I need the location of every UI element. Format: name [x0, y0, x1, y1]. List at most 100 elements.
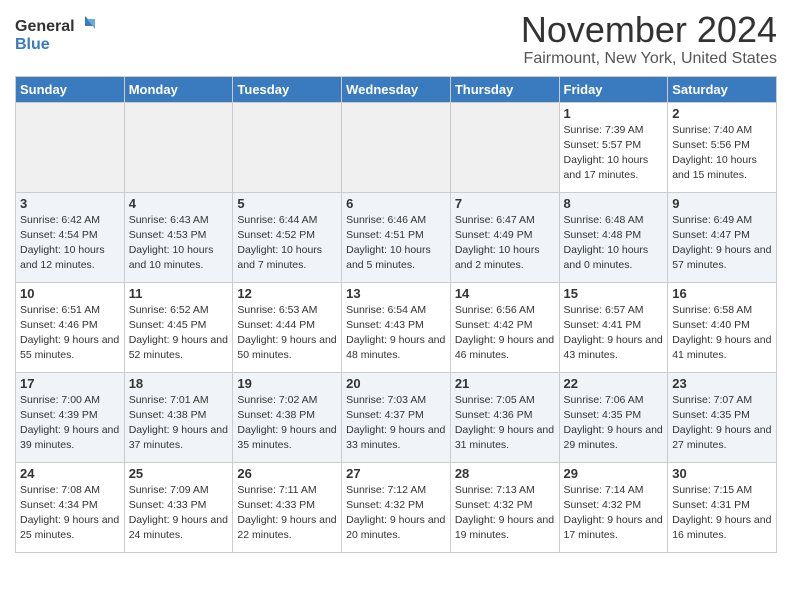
day-info: Sunrise: 7:07 AM Sunset: 4:35 PM Dayligh…	[672, 393, 772, 454]
calendar-cell: 13 Sunrise: 6:54 AM Sunset: 4:43 PM Dayli…	[342, 282, 451, 372]
day-info: Sunrise: 7:00 AM Sunset: 4:39 PM Dayligh…	[20, 393, 120, 454]
day-number: 9	[672, 196, 772, 211]
day-info: Sunrise: 6:42 AM Sunset: 4:54 PM Dayligh…	[20, 213, 120, 274]
day-info: Sunrise: 6:44 AM Sunset: 4:52 PM Dayligh…	[237, 213, 337, 274]
day-number: 21	[455, 376, 555, 391]
logo-icon: GeneralBlue	[15, 14, 95, 54]
svg-text:General: General	[15, 18, 75, 35]
page-header: GeneralBlue November 2024 Fairmount, New…	[15, 10, 777, 68]
calendar-week-row: 1 Sunrise: 7:39 AM Sunset: 5:57 PM Daylig…	[16, 102, 777, 192]
day-info: Sunrise: 6:53 AM Sunset: 4:44 PM Dayligh…	[237, 303, 337, 364]
calendar-cell: 6 Sunrise: 6:46 AM Sunset: 4:51 PM Daylig…	[342, 192, 451, 282]
calendar-week-row: 17Sunrise: 7:00 AM Sunset: 4:39 PM Dayli…	[16, 372, 777, 462]
weekday-header-friday: Friday	[559, 76, 668, 102]
calendar-week-row: 10Sunrise: 6:51 AM Sunset: 4:46 PM Dayli…	[16, 282, 777, 372]
calendar-cell: 24 Sunrise: 7:08 AM Sunset: 4:34 PM Dayli…	[16, 462, 125, 552]
logo: GeneralBlue	[15, 14, 95, 54]
calendar-cell: 14 Sunrise: 6:56 AM Sunset: 4:42 PM Dayli…	[450, 282, 559, 372]
day-info: Sunrise: 7:08 AM Sunset: 4:34 PM Dayligh…	[20, 483, 120, 544]
calendar-cell: 11Sunrise: 6:52 AM Sunset: 4:45 PM Dayli…	[124, 282, 233, 372]
day-info: Sunrise: 7:39 AM Sunset: 5:57 PM Dayligh…	[564, 123, 664, 184]
calendar-week-row: 3Sunrise: 6:42 AM Sunset: 4:54 PM Daylig…	[16, 192, 777, 282]
day-number: 16	[672, 286, 772, 301]
calendar-cell: 21Sunrise: 7:05 AM Sunset: 4:36 PM Dayli…	[450, 372, 559, 462]
day-info: Sunrise: 6:46 AM Sunset: 4:51 PM Dayligh…	[346, 213, 446, 274]
calendar-cell: 23 Sunrise: 7:07 AM Sunset: 4:35 PM Dayli…	[668, 372, 777, 462]
day-info: Sunrise: 6:43 AM Sunset: 4:53 PM Dayligh…	[129, 213, 229, 274]
svg-text:Blue: Blue	[15, 36, 50, 53]
day-info: Sunrise: 7:14 AM Sunset: 4:32 PM Dayligh…	[564, 483, 664, 544]
day-number: 6	[346, 196, 446, 211]
calendar-cell: 27 Sunrise: 7:12 AM Sunset: 4:32 PM Dayli…	[342, 462, 451, 552]
day-info: Sunrise: 6:52 AM Sunset: 4:45 PM Dayligh…	[129, 303, 229, 364]
day-number: 14	[455, 286, 555, 301]
day-number: 27	[346, 466, 446, 481]
month-title: November 2024	[521, 10, 777, 50]
calendar-cell: 22Sunrise: 7:06 AM Sunset: 4:35 PM Dayli…	[559, 372, 668, 462]
calendar-cell	[342, 102, 451, 192]
weekday-header-tuesday: Tuesday	[233, 76, 342, 102]
day-number: 8	[564, 196, 664, 211]
calendar-cell: 29 Sunrise: 7:14 AM Sunset: 4:32 PM Dayli…	[559, 462, 668, 552]
calendar-cell: 26 Sunrise: 7:11 AM Sunset: 4:33 PM Dayli…	[233, 462, 342, 552]
day-info: Sunrise: 7:06 AM Sunset: 4:35 PM Dayligh…	[564, 393, 664, 454]
weekday-header-sunday: Sunday	[16, 76, 125, 102]
day-number: 18	[129, 376, 229, 391]
weekday-header-monday: Monday	[124, 76, 233, 102]
day-number: 15	[564, 286, 664, 301]
day-number: 4	[129, 196, 229, 211]
calendar-cell: 17Sunrise: 7:00 AM Sunset: 4:39 PM Dayli…	[16, 372, 125, 462]
day-number: 20	[346, 376, 446, 391]
calendar-cell: 25 Sunrise: 7:09 AM Sunset: 4:33 PM Dayli…	[124, 462, 233, 552]
calendar-cell: 8Sunrise: 6:48 AM Sunset: 4:48 PM Daylig…	[559, 192, 668, 282]
day-info: Sunrise: 7:12 AM Sunset: 4:32 PM Dayligh…	[346, 483, 446, 544]
calendar-week-row: 24 Sunrise: 7:08 AM Sunset: 4:34 PM Dayli…	[16, 462, 777, 552]
day-number: 19	[237, 376, 337, 391]
location-subtitle: Fairmount, New York, United States	[521, 50, 777, 68]
calendar-cell: 19 Sunrise: 7:02 AM Sunset: 4:38 PM Dayli…	[233, 372, 342, 462]
day-info: Sunrise: 7:11 AM Sunset: 4:33 PM Dayligh…	[237, 483, 337, 544]
calendar-cell: 15 Sunrise: 6:57 AM Sunset: 4:41 PM Dayli…	[559, 282, 668, 372]
day-info: Sunrise: 7:15 AM Sunset: 4:31 PM Dayligh…	[672, 483, 772, 544]
day-number: 29	[564, 466, 664, 481]
calendar-cell	[233, 102, 342, 192]
day-info: Sunrise: 7:03 AM Sunset: 4:37 PM Dayligh…	[346, 393, 446, 454]
day-number: 23	[672, 376, 772, 391]
calendar-cell: 16Sunrise: 6:58 AM Sunset: 4:40 PM Dayli…	[668, 282, 777, 372]
day-info: Sunrise: 6:54 AM Sunset: 4:43 PM Dayligh…	[346, 303, 446, 364]
day-info: Sunrise: 6:49 AM Sunset: 4:47 PM Dayligh…	[672, 213, 772, 274]
day-info: Sunrise: 7:09 AM Sunset: 4:33 PM Dayligh…	[129, 483, 229, 544]
day-info: Sunrise: 6:57 AM Sunset: 4:41 PM Dayligh…	[564, 303, 664, 364]
calendar-cell: 12 Sunrise: 6:53 AM Sunset: 4:44 PM Dayli…	[233, 282, 342, 372]
day-info: Sunrise: 7:02 AM Sunset: 4:38 PM Dayligh…	[237, 393, 337, 454]
day-number: 26	[237, 466, 337, 481]
calendar-cell: 20 Sunrise: 7:03 AM Sunset: 4:37 PM Dayli…	[342, 372, 451, 462]
day-number: 25	[129, 466, 229, 481]
day-number: 12	[237, 286, 337, 301]
day-info: Sunrise: 7:40 AM Sunset: 5:56 PM Dayligh…	[672, 123, 772, 184]
weekday-header-thursday: Thursday	[450, 76, 559, 102]
day-number: 1	[564, 106, 664, 121]
calendar-cell: 30 Sunrise: 7:15 AM Sunset: 4:31 PM Dayli…	[668, 462, 777, 552]
calendar-cell: 7Sunrise: 6:47 AM Sunset: 4:49 PM Daylig…	[450, 192, 559, 282]
calendar-cell: 9 Sunrise: 6:49 AM Sunset: 4:47 PM Daylig…	[668, 192, 777, 282]
calendar-cell: 1 Sunrise: 7:39 AM Sunset: 5:57 PM Daylig…	[559, 102, 668, 192]
day-number: 30	[672, 466, 772, 481]
calendar-cell: 28Sunrise: 7:13 AM Sunset: 4:32 PM Dayli…	[450, 462, 559, 552]
weekday-header-wednesday: Wednesday	[342, 76, 451, 102]
title-area: November 2024 Fairmount, New York, Unite…	[521, 10, 777, 68]
weekday-header-saturday: Saturday	[668, 76, 777, 102]
day-number: 5	[237, 196, 337, 211]
day-info: Sunrise: 6:56 AM Sunset: 4:42 PM Dayligh…	[455, 303, 555, 364]
weekday-header-row: SundayMondayTuesdayWednesdayThursdayFrid…	[16, 76, 777, 102]
day-number: 13	[346, 286, 446, 301]
calendar-cell: 3Sunrise: 6:42 AM Sunset: 4:54 PM Daylig…	[16, 192, 125, 282]
day-info: Sunrise: 6:51 AM Sunset: 4:46 PM Dayligh…	[20, 303, 120, 364]
calendar-cell	[450, 102, 559, 192]
day-info: Sunrise: 7:01 AM Sunset: 4:38 PM Dayligh…	[129, 393, 229, 454]
day-number: 7	[455, 196, 555, 211]
day-number: 2	[672, 106, 772, 121]
day-number: 24	[20, 466, 120, 481]
calendar-cell: 4 Sunrise: 6:43 AM Sunset: 4:53 PM Daylig…	[124, 192, 233, 282]
calendar-cell: 5 Sunrise: 6:44 AM Sunset: 4:52 PM Daylig…	[233, 192, 342, 282]
